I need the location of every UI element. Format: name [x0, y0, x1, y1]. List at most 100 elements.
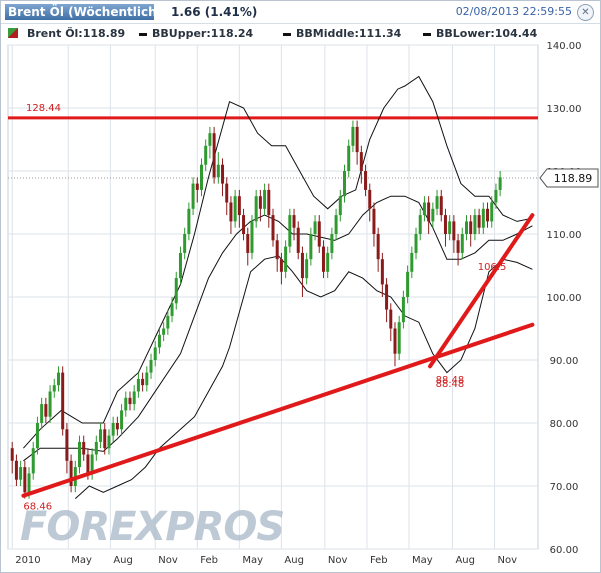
candle-body	[225, 183, 229, 203]
candle-body	[481, 208, 485, 228]
candle-body	[376, 234, 380, 260]
candle-body	[246, 234, 250, 253]
candle-body	[82, 441, 86, 455]
candle-body	[473, 215, 477, 234]
candle-body	[393, 328, 397, 354]
candle-body	[52, 385, 56, 392]
x-tick-label: Aug	[113, 555, 133, 566]
y-tick-label: 130.00	[547, 104, 582, 115]
candle-body	[229, 202, 233, 222]
last-price-label: 118.89	[554, 172, 593, 185]
candle-body	[204, 145, 208, 165]
candle-body	[343, 171, 347, 197]
candle-body	[10, 448, 14, 461]
y-tick-label: 140.00	[547, 41, 582, 52]
candle-body	[288, 215, 292, 247]
candle-body	[132, 391, 136, 405]
candle-body	[397, 322, 401, 354]
candle-body	[359, 152, 363, 171]
price-chart: 60.0070.0080.0090.00100.00110.00120.0013…	[7, 41, 599, 566]
candle-body	[414, 234, 418, 253]
candle-body	[254, 196, 258, 222]
candle-body	[31, 448, 35, 474]
candle-body	[364, 171, 368, 190]
candle-body	[490, 202, 494, 222]
y-tick-label: 90.00	[550, 356, 579, 367]
annotation-label: 106.5	[478, 262, 507, 273]
bollinger-upper	[23, 75, 533, 449]
candle-body	[107, 435, 111, 449]
candle-body	[271, 215, 275, 241]
x-tick-label: 2010	[15, 555, 40, 566]
candle-body	[347, 145, 351, 171]
candle-body	[149, 360, 153, 373]
candle-body	[94, 441, 98, 455]
x-tick-label: Nov	[328, 555, 348, 566]
candle-body	[14, 460, 18, 480]
x-tick-label: May	[242, 555, 263, 566]
candle-body	[221, 164, 225, 184]
candle-body	[427, 202, 431, 222]
candle-body	[195, 183, 199, 190]
candle-body	[330, 234, 334, 253]
candle-body	[422, 202, 426, 216]
x-tick-label: Feb	[200, 555, 218, 566]
candle-body	[469, 221, 473, 234]
candle-body	[300, 252, 304, 279]
x-tick-label: Nov	[158, 555, 178, 566]
candle-body	[208, 133, 212, 146]
x-tick-label: Aug	[284, 555, 304, 566]
candle-body	[284, 246, 288, 272]
candle-body	[178, 252, 182, 279]
candle-body	[292, 215, 296, 228]
candle-body	[439, 196, 443, 216]
candle-body	[456, 240, 460, 253]
x-tick-label: Nov	[498, 555, 518, 566]
candle-body	[44, 404, 48, 417]
candle-body	[65, 429, 69, 461]
candle-body	[157, 334, 161, 348]
candle-body	[309, 234, 313, 260]
candle-body	[498, 177, 502, 190]
candle-body	[141, 378, 145, 386]
candle-body	[56, 372, 60, 386]
candle-body	[78, 441, 82, 468]
x-tick-label: May	[71, 555, 92, 566]
candle-body	[233, 196, 237, 222]
candle-body	[267, 189, 271, 216]
candle-body	[313, 221, 317, 234]
candle-body	[153, 347, 157, 360]
candle-body	[237, 196, 241, 216]
candle-body	[326, 252, 330, 272]
candle-body	[61, 372, 65, 430]
candle-body	[406, 271, 410, 297]
candle-body	[86, 454, 90, 474]
candle-body	[464, 221, 468, 234]
candle-body	[385, 284, 389, 310]
candle-body	[216, 164, 220, 178]
candle-body	[275, 240, 279, 260]
candle-body	[191, 183, 195, 209]
candle-body	[452, 221, 456, 241]
candle-body	[372, 208, 376, 234]
candle-body	[380, 259, 384, 285]
candle-body	[448, 221, 452, 234]
candle-body	[27, 473, 31, 493]
candle-body	[242, 215, 246, 234]
y-tick-label: 100.00	[547, 293, 582, 304]
candle-body	[120, 410, 124, 430]
candle-body	[460, 234, 464, 253]
candle-body	[443, 215, 447, 234]
candle-body	[250, 221, 254, 253]
candle-body	[486, 208, 490, 222]
candle-body	[258, 196, 262, 209]
candle-body	[338, 196, 342, 216]
candle-body	[263, 189, 267, 209]
candle-body	[115, 423, 119, 430]
candle-body	[410, 252, 414, 272]
candle-body	[136, 378, 140, 392]
candle-body	[305, 259, 309, 279]
y-tick-label: 70.00	[550, 482, 579, 493]
y-tick-label: 80.00	[550, 419, 579, 430]
candle-body	[128, 397, 132, 405]
